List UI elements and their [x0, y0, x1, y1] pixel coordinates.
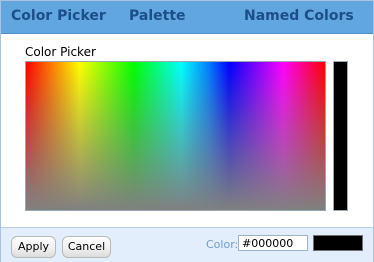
color-field-label: Color:: [206, 238, 239, 251]
tab-palette[interactable]: Palette: [129, 1, 186, 33]
tab-color-picker[interactable]: Color Picker: [11, 1, 106, 33]
tab-named-colors[interactable]: Named Colors: [244, 1, 354, 33]
apply-button[interactable]: Apply: [11, 236, 56, 258]
dialog-footer: Apply Cancel Color:: [1, 227, 373, 262]
color-hex-input[interactable]: [238, 235, 308, 251]
color-spectrum-area[interactable]: [25, 61, 326, 211]
tab-bar: Color Picker Palette Named Colors: [1, 1, 373, 34]
picker-title: Color Picker: [25, 45, 96, 59]
brightness-slider[interactable]: [333, 61, 348, 211]
cancel-button[interactable]: Cancel: [62, 236, 111, 258]
color-preview-swatch: [313, 235, 363, 251]
color-picker-dialog: Color Picker Palette Named Colors Color …: [0, 0, 374, 262]
